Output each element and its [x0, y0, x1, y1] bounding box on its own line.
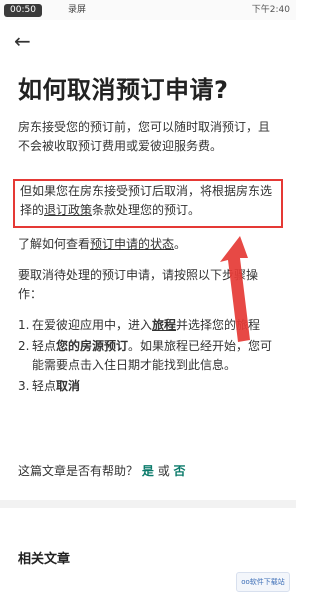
watermark-logo: oo软件下载站 — [236, 572, 290, 592]
annotation-arrow-icon — [220, 236, 250, 342]
